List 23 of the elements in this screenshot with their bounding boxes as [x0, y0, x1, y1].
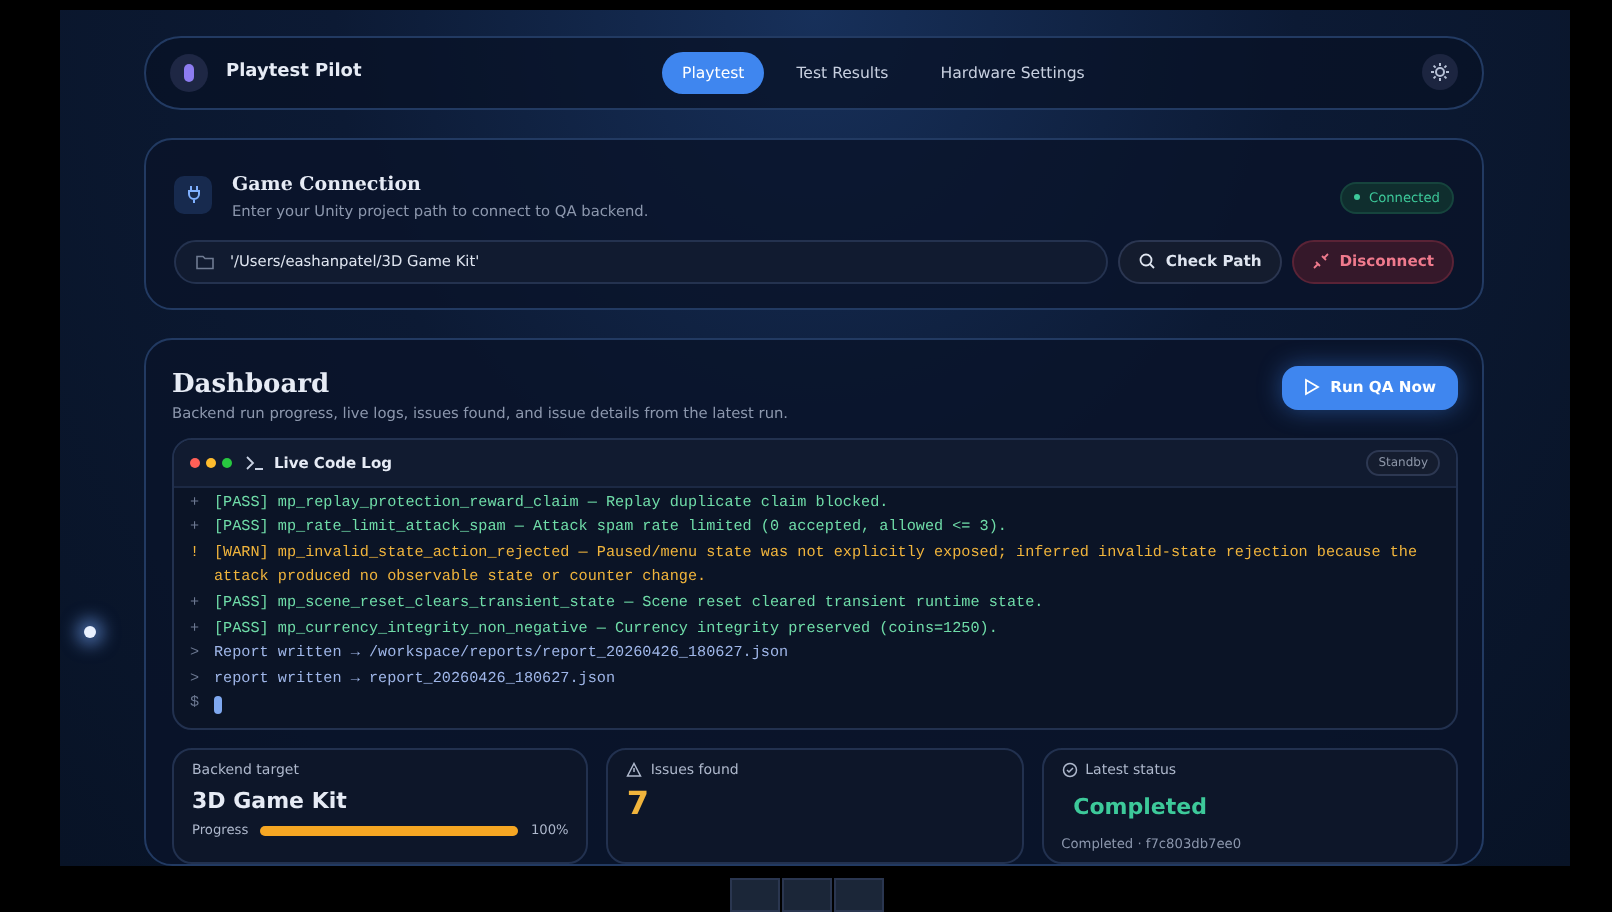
- search-icon: [1137, 252, 1156, 271]
- window-thumbnail[interactable]: [833, 878, 883, 912]
- star-sparkle: [84, 626, 96, 638]
- play-icon: [1304, 378, 1321, 397]
- section-title: Dashboard: [172, 369, 332, 400]
- window-dots-icon: [190, 457, 232, 468]
- unlink-icon: [1311, 252, 1330, 271]
- folder-icon: [196, 253, 214, 270]
- app-title: Playtest Pilot: [226, 62, 362, 83]
- stat-value: Completed: [1071, 792, 1209, 824]
- theme-toggle-button[interactable]: [1422, 54, 1458, 91]
- section-title: Game Connection: [232, 173, 423, 196]
- sun-icon: [1430, 62, 1450, 83]
- stat-value: 7: [626, 784, 651, 822]
- stat-value: 3D Game Kit: [192, 788, 349, 814]
- window-thumbnail[interactable]: [781, 878, 831, 912]
- window-thumbnail[interactable]: [729, 878, 779, 912]
- warning-icon: [626, 762, 643, 778]
- plug-icon: [174, 175, 212, 214]
- check-circle-icon: [1061, 762, 1078, 778]
- logo-icon: [170, 53, 208, 92]
- text-cursor: [214, 696, 222, 715]
- terminal-icon: [246, 455, 264, 470]
